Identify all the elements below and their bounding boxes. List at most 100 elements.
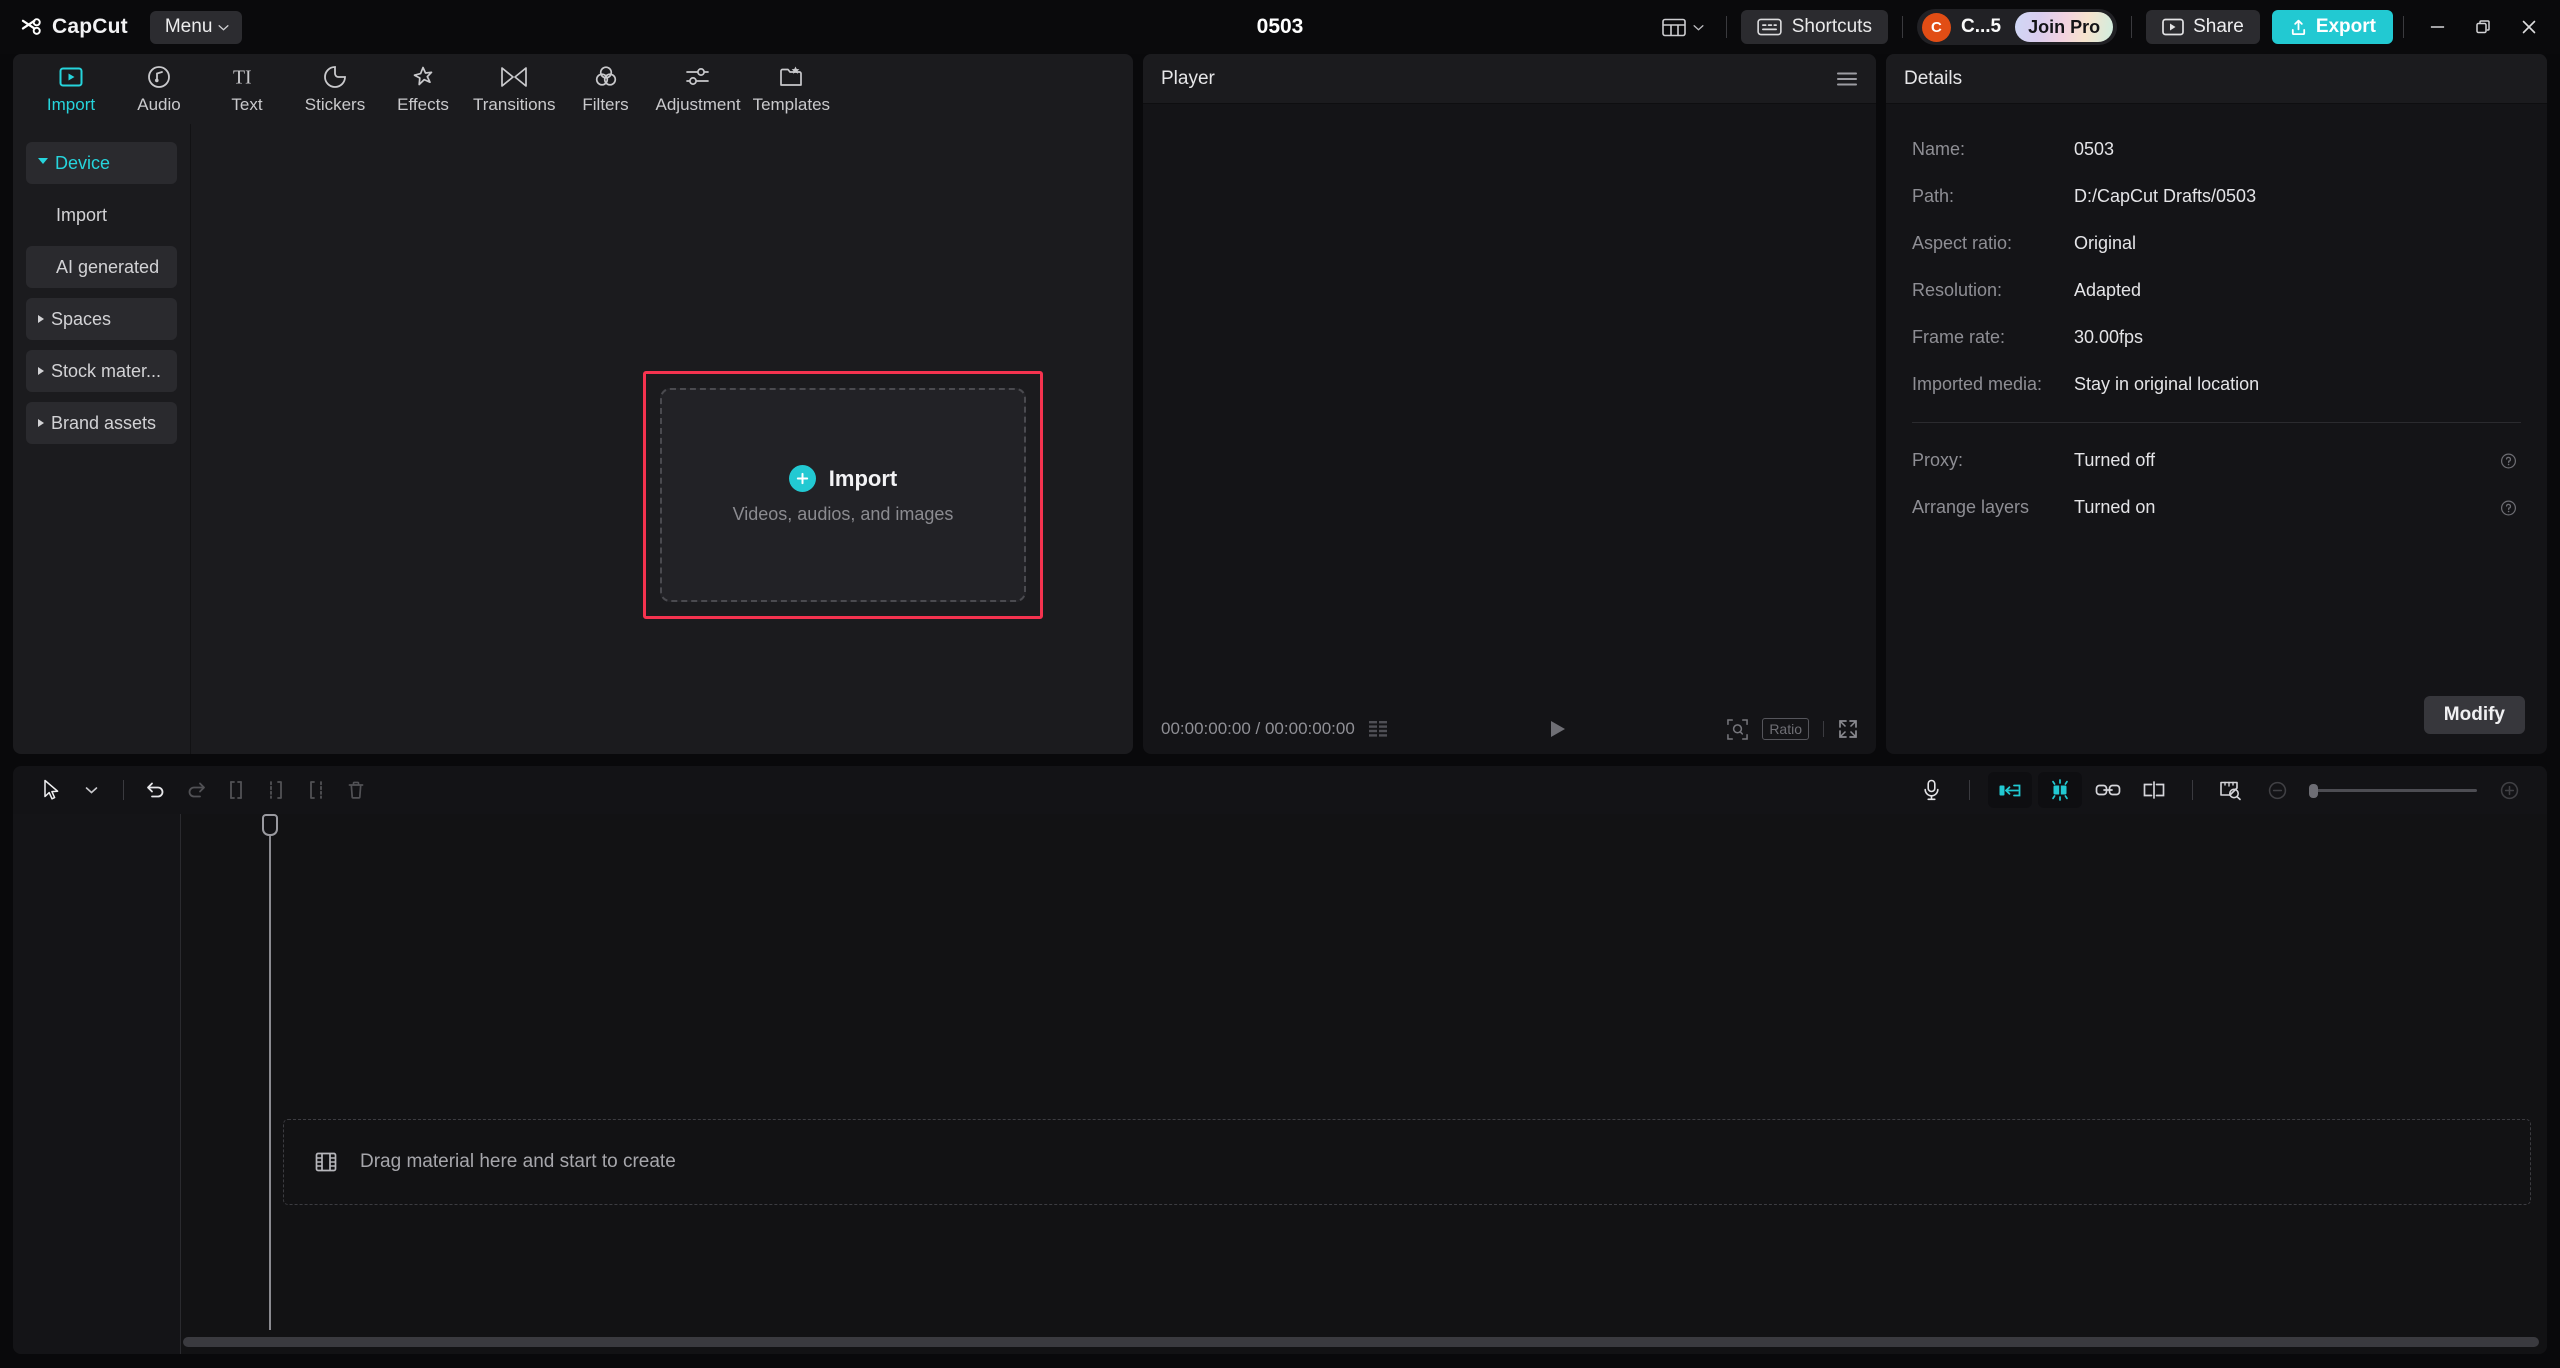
sidebar-item-stock-materials[interactable]: Stock mater... [26,350,177,392]
timeline-toolbar-right [1911,772,2529,808]
tool-dropdown[interactable] [71,773,111,807]
detail-row-proxy: Proxy: Turned off [1912,437,2521,484]
fullscreen-icon[interactable] [1838,719,1858,739]
sidebar-item-label: Import [56,205,107,226]
playhead-handle[interactable] [262,814,278,836]
shortcuts-label: Shortcuts [1792,16,1872,38]
split-clip-button[interactable] [216,773,256,807]
delete-clip-button[interactable] [336,773,376,807]
tab-stickers[interactable]: Stickers [291,58,379,120]
select-cursor-tool[interactable] [31,773,71,807]
sidebar-item-ai-generated[interactable]: AI generated [26,246,177,288]
zoom-out-button[interactable] [2257,773,2297,807]
capcut-logo-icon [20,18,43,37]
film-strip-icon [314,1151,338,1173]
sidebar-item-import[interactable]: Import [26,194,177,236]
shortcuts-button[interactable]: Shortcuts [1741,10,1888,44]
export-upload-icon [2289,18,2308,37]
sidebar-item-device[interactable]: Device [26,142,177,184]
link-clips-button[interactable] [2088,773,2128,807]
detail-key: Aspect ratio: [1912,233,2074,254]
tab-label: Audio [137,95,180,115]
hamburger-menu-icon[interactable] [1836,71,1858,87]
tab-label: Stickers [305,95,365,115]
menu-button[interactable]: Menu [150,11,243,44]
redo-button[interactable] [176,773,216,807]
account-button[interactable]: C C...5 Join Pro [1917,9,2117,45]
import-dropzone-subtitle: Videos, audios, and images [733,504,954,525]
import-dropzone-title: Import [829,466,897,492]
filters-circles-icon [593,64,619,90]
detail-row-path: Path: D:/CapCut Drafts/0503 [1912,173,2521,220]
tab-effects[interactable]: Effects [379,58,467,120]
timeline-zoom-slider[interactable] [2309,789,2477,792]
detail-row-aspect-ratio: Aspect ratio: Original [1912,220,2521,267]
adjust-clip-button[interactable] [2134,773,2174,807]
detail-row-name: Name: 0503 [1912,126,2521,173]
trim-right-button[interactable] [296,773,336,807]
transitions-icon [500,64,528,90]
undo-button[interactable] [136,773,176,807]
player-controls: 00:00:00:00 / 00:00:00:00 [1143,704,1876,754]
close-icon [2521,19,2537,35]
divider [1912,422,2521,423]
tab-import[interactable]: Import [27,58,115,120]
maximize-button[interactable] [2460,7,2506,47]
frame-list-icon[interactable] [1369,721,1389,737]
layout-switch-button[interactable] [1654,12,1712,43]
tab-audio[interactable]: Audio [115,58,203,120]
trim-left-button[interactable] [256,773,296,807]
chevron-right-icon [38,419,44,427]
brand-name: CapCut [52,15,128,39]
chevron-right-icon [38,315,44,323]
tab-adjustment[interactable]: Adjustment [650,58,747,120]
sidebar-item-label: AI generated [56,257,159,278]
media-stage: Import Videos, audios, and images [191,124,1133,754]
modify-button[interactable]: Modify [2424,696,2525,734]
close-button[interactable] [2506,7,2552,47]
tab-text[interactable]: TI Text [203,58,291,120]
share-button[interactable]: Share [2146,10,2260,44]
zoom-slider-knob[interactable] [2309,784,2318,798]
timeline-playhead[interactable] [269,814,271,1330]
zoom-in-button[interactable] [2489,773,2529,807]
timeline-ruler-button[interactable] [2211,773,2251,807]
share-label: Share [2193,16,2244,38]
question-circle-icon[interactable] [2500,499,2517,516]
record-voiceover-button[interactable] [1911,773,1951,807]
timeline-track-headers [13,814,181,1354]
tab-label: Transitions [473,95,556,115]
maximize-icon [2475,19,2491,35]
magnify-crop-icon[interactable] [1727,719,1748,740]
sidebar-item-spaces[interactable]: Spaces [26,298,177,340]
media-tabbar: Import Audio TI [13,54,1133,124]
chevron-down-icon [38,158,48,168]
play-icon[interactable] [1549,719,1567,739]
empty-track-dropzone[interactable]: Drag material here and start to create [283,1119,2531,1205]
detail-value: Original [2074,233,2136,254]
tab-templates[interactable]: Templates [747,58,836,120]
export-button[interactable]: Export [2272,10,2393,44]
tab-transitions[interactable]: Transitions [467,58,562,120]
empty-track-hint: Drag material here and start to create [360,1151,676,1173]
join-pro-button[interactable]: Join Pro [2015,12,2113,42]
timeline-ruler[interactable] [181,814,2547,840]
effects-star-icon [410,64,436,90]
ratio-button[interactable]: Ratio [1762,718,1809,740]
adjustment-sliders-icon [684,64,712,90]
details-panel: Details Name: 0503 Path: D:/CapCut Draft… [1886,54,2547,754]
tab-filters[interactable]: Filters [562,58,650,120]
magnetic-snap-button[interactable] [2038,772,2082,808]
zoom-slider-track[interactable] [2309,789,2477,792]
auto-snap-button[interactable] [1988,772,2032,808]
minimize-button[interactable] [2414,7,2460,47]
timeline-horizontal-scrollbar[interactable] [183,1337,2539,1347]
player-preview-canvas[interactable] [1143,104,1876,704]
detail-key: Frame rate: [1912,327,2074,348]
titlebar-actions: Shortcuts C C...5 Join Pro Share [1654,7,2560,47]
import-dropzone[interactable]: Import Videos, audios, and images [660,388,1026,602]
question-circle-icon[interactable] [2500,452,2517,469]
timeline-tracks-area[interactable]: Drag material here and start to create [13,814,2547,1354]
sidebar-item-brand-assets[interactable]: Brand assets [26,402,177,444]
divider [1726,16,1727,38]
